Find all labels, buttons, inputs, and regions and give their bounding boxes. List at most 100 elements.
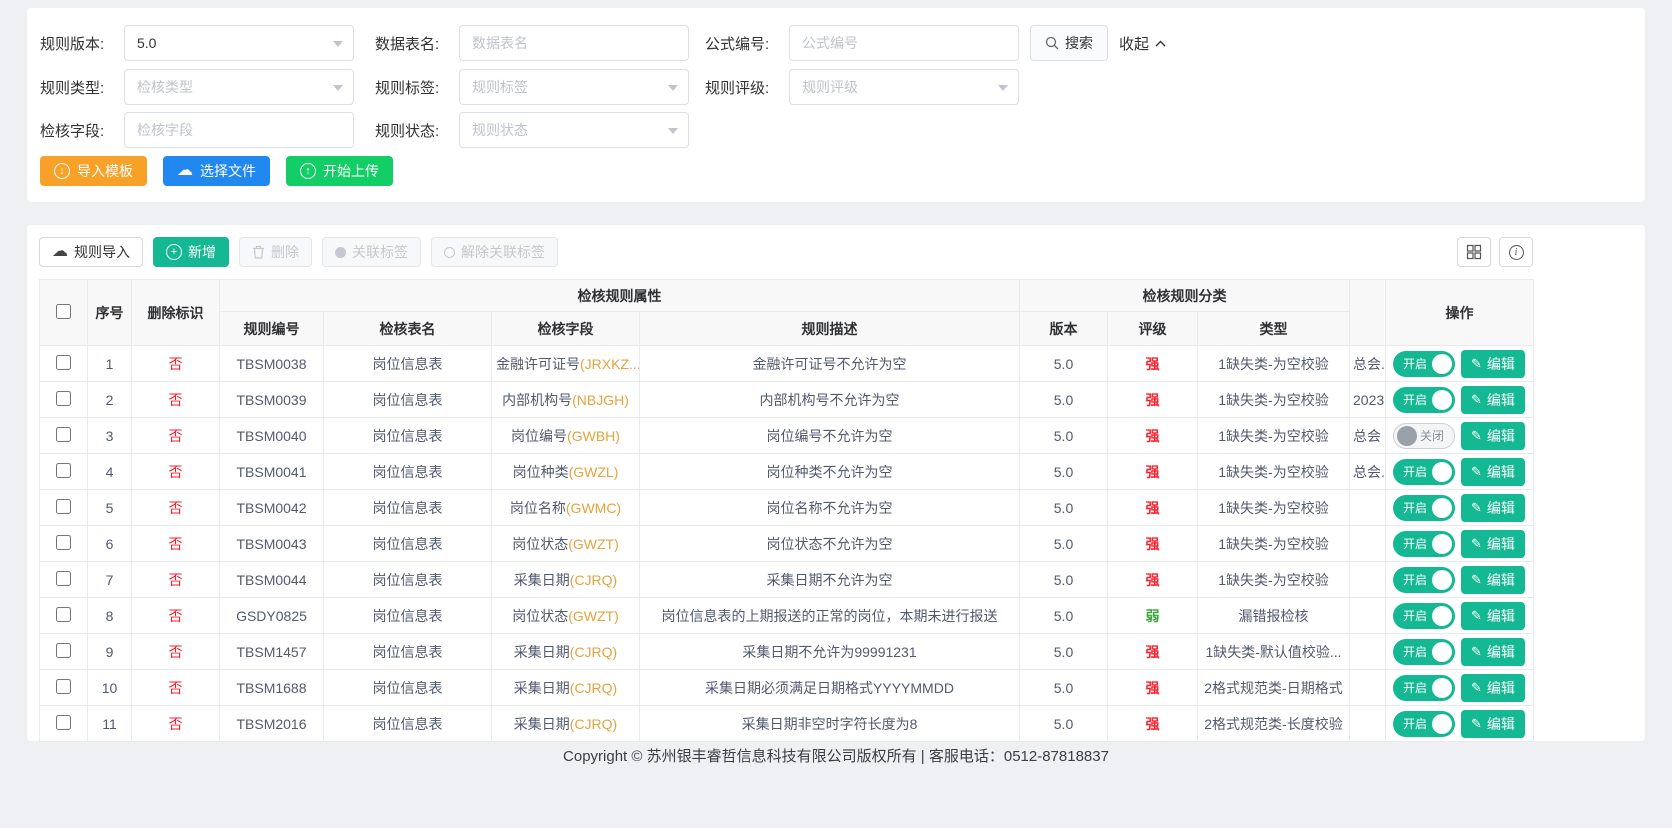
edit-button[interactable]: ✎编辑 (1461, 386, 1525, 414)
table-name-input[interactable] (459, 25, 689, 61)
rule-tag-placeholder: 规则标签 (472, 77, 528, 97)
toggle-knob (1432, 534, 1452, 554)
check-field-cell: 岗位编号(GWBH) (492, 418, 640, 454)
rule-version-select[interactable]: 5.0 (124, 25, 354, 61)
choose-file-button[interactable]: ☁ 选择文件 (163, 156, 270, 186)
row-checkbox[interactable] (56, 715, 71, 730)
row-checkbox[interactable] (56, 427, 71, 442)
import-template-button[interactable]: ↓ 导入模板 (40, 156, 147, 186)
rule-grade-select[interactable]: 规则评级 (789, 69, 1019, 105)
formula-id-input[interactable] (789, 25, 1019, 61)
search-button-label: 搜索 (1065, 33, 1093, 53)
toggle-label: 开启 (1403, 607, 1427, 624)
start-upload-button[interactable]: ↑ 开始上传 (286, 156, 393, 186)
rule-desc-cell: 采集日期不允许为99991231 (640, 634, 1020, 670)
delete-button[interactable]: 删除 (239, 237, 312, 267)
status-toggle-on[interactable]: 开启 (1393, 711, 1455, 737)
rule-type-select[interactable]: 检核类型 (124, 69, 354, 105)
row-checkbox-cell (40, 418, 88, 454)
table-name-cell: 岗位信息表 (324, 526, 492, 562)
status-toggle-on[interactable]: 开启 (1393, 639, 1455, 665)
unlink-tag-button[interactable]: 解除关联标签 (431, 237, 558, 267)
rule-id-cell: TBSM0044 (220, 562, 324, 598)
col-tag-spacer (1350, 280, 1386, 346)
toggle-label: 开启 (1403, 499, 1427, 516)
group-rule-classification: 检核规则分类 (1020, 280, 1350, 312)
version-cell: 5.0 (1020, 598, 1108, 634)
row-checkbox[interactable] (56, 535, 71, 550)
edit-button[interactable]: ✎编辑 (1461, 422, 1525, 450)
operation-cell: 开启 ✎编辑 (1386, 598, 1534, 634)
status-toggle-on[interactable]: 开启 (1393, 495, 1455, 521)
cloud-upload-icon: ☁ (52, 244, 68, 260)
header-group-row: 序号 删除标识 检核规则属性 检核规则分类 操作 (40, 280, 1534, 312)
row-checkbox[interactable] (56, 355, 71, 370)
table-name-cell: 岗位信息表 (324, 454, 492, 490)
link-tag-button[interactable]: 关联标签 (322, 237, 421, 267)
column-settings-button[interactable] (1457, 237, 1491, 267)
status-toggle-on[interactable]: 开启 (1393, 567, 1455, 593)
grade-cell: 强 (1108, 634, 1198, 670)
chevron-down-icon (333, 41, 343, 47)
seq-cell: 8 (88, 598, 132, 634)
info-button[interactable]: i (1499, 237, 1533, 267)
toggle-knob (1432, 606, 1452, 626)
edit-button[interactable]: ✎编辑 (1461, 350, 1525, 378)
type-cell: 1缺失类-为空校验 (1198, 346, 1350, 382)
check-field-cell: 采集日期(CJRQ) (492, 670, 640, 706)
edit-button[interactable]: ✎编辑 (1461, 530, 1525, 558)
edit-button[interactable]: ✎编辑 (1461, 494, 1525, 522)
rule-status-select[interactable]: 规则状态 (459, 112, 689, 148)
status-toggle-on[interactable]: 开启 (1393, 351, 1455, 377)
edit-button[interactable]: ✎编辑 (1461, 710, 1525, 738)
chevron-up-icon (1155, 40, 1166, 47)
delete-label: 删除 (271, 242, 299, 262)
grade-cell: 强 (1108, 670, 1198, 706)
status-toggle-on[interactable]: 开启 (1393, 387, 1455, 413)
edit-button[interactable]: ✎编辑 (1461, 458, 1525, 486)
rule-id-cell: TBSM2016 (220, 706, 324, 742)
check-field-input[interactable] (124, 112, 354, 148)
status-toggle-off[interactable]: 关闭 (1393, 423, 1455, 449)
row-checkbox[interactable] (56, 463, 71, 478)
type-cell: 1缺失类-为空校验 (1198, 526, 1350, 562)
edit-button[interactable]: ✎编辑 (1461, 602, 1525, 630)
start-upload-label: 开始上传 (323, 161, 379, 181)
table-row: 8否GSDY0825岗位信息表岗位状态(GWZT)岗位信息表的上期报送的正常的岗… (40, 598, 1534, 634)
table-row: 11否TBSM2016岗位信息表采集日期(CJRQ)采集日期非空时字符长度为85… (40, 706, 1534, 742)
status-toggle-on[interactable]: 开启 (1393, 531, 1455, 557)
status-toggle-on[interactable]: 开启 (1393, 459, 1455, 485)
search-button[interactable]: 搜索 (1030, 25, 1108, 61)
row-checkbox[interactable] (56, 499, 71, 514)
edit-button[interactable]: ✎编辑 (1461, 566, 1525, 594)
operation-cell: 开启✎编辑 (1386, 526, 1534, 562)
filter-field-rule-status: 规则状态: 规则状态 (375, 112, 689, 148)
row-checkbox[interactable] (56, 679, 71, 694)
rule-status-placeholder: 规则状态 (472, 120, 528, 140)
row-checkbox[interactable] (56, 391, 71, 406)
status-toggle-on[interactable]: 开启 (1393, 675, 1455, 701)
edit-button[interactable]: ✎编辑 (1461, 638, 1525, 666)
rule-id-cell: TBSM1688 (220, 670, 324, 706)
collapse-toggle[interactable]: 收起 (1119, 25, 1166, 61)
version-cell: 5.0 (1020, 454, 1108, 490)
col-grade: 评级 (1108, 312, 1198, 346)
seq-cell: 7 (88, 562, 132, 598)
rule-import-button[interactable]: ☁ 规则导入 (39, 237, 143, 267)
version-cell: 5.0 (1020, 418, 1108, 454)
circle-outline-icon (444, 247, 455, 258)
rule-tag-select[interactable]: 规则标签 (459, 69, 689, 105)
status-toggle-on[interactable]: 开启 (1393, 603, 1455, 629)
row-checkbox[interactable] (56, 571, 71, 586)
seq-cell: 4 (88, 454, 132, 490)
add-button[interactable]: + 新增 (153, 237, 229, 267)
filter-field-table-name: 数据表名: (375, 25, 689, 61)
delete-flag-cell: 否 (132, 670, 220, 706)
seq-cell: 2 (88, 382, 132, 418)
row-checkbox[interactable] (56, 643, 71, 658)
edit-button[interactable]: ✎编辑 (1461, 674, 1525, 702)
grade-cell: 强 (1108, 382, 1198, 418)
import-template-label: 导入模板 (77, 161, 133, 181)
select-all-checkbox[interactable] (56, 304, 71, 319)
row-checkbox[interactable] (56, 607, 71, 622)
